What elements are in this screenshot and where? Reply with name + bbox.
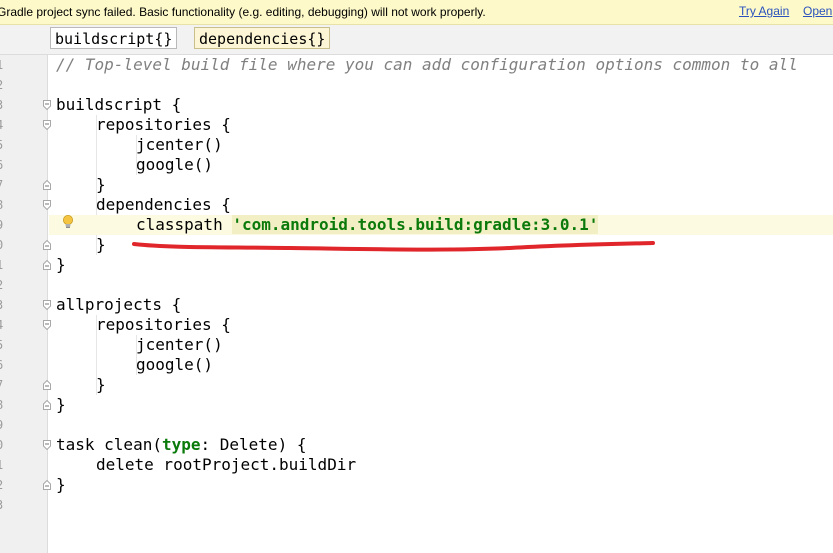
line-number: 8	[0, 395, 10, 415]
line-number: 0	[0, 435, 10, 455]
code-text: dependencies {	[96, 195, 231, 214]
breadcrumb-bar: buildscript{} dependencies{}	[0, 25, 833, 55]
line-number: 7	[0, 175, 10, 195]
line-number: 3	[0, 495, 10, 515]
code-text: repositories {	[96, 315, 231, 334]
line-number: 2	[0, 275, 10, 295]
line-number: 8	[0, 195, 10, 215]
code-line[interactable]: buildscript {	[49, 95, 833, 115]
open-link[interactable]: Open	[803, 4, 832, 18]
keyword: type	[161, 435, 201, 454]
string-literal: 'com.android.tools.build:gradle:3.0.1'	[232, 215, 599, 234]
breadcrumb-buildscript[interactable]: buildscript{}	[50, 27, 178, 49]
line-number: 3	[0, 95, 10, 115]
code-line[interactable]: repositories {	[49, 115, 833, 135]
code-line[interactable]: jcenter()	[49, 135, 833, 155]
breadcrumb-dependencies[interactable]: dependencies{}	[194, 27, 331, 49]
line-number: 1	[0, 455, 10, 475]
code-text: classpath 'com.android.tools.build:gradl…	[136, 215, 599, 235]
line-number: 1	[0, 255, 10, 275]
code-comment: // Top-level build file where you can ad…	[56, 55, 798, 74]
line-number: 2	[0, 475, 10, 495]
code-line[interactable]: google()	[49, 155, 833, 175]
line-number: 2	[0, 75, 10, 95]
code-text: google()	[136, 355, 214, 374]
line-number: 4	[0, 115, 10, 135]
code-text: }	[96, 175, 106, 194]
code-text: : Delete) {	[200, 435, 307, 454]
code-text: allprojects {	[56, 295, 182, 314]
code-line[interactable]: google()	[49, 355, 833, 375]
current-code-line[interactable]: classpath 'com.android.tools.build:gradl…	[49, 215, 833, 235]
code-text: jcenter()	[136, 335, 223, 354]
line-number: 9	[0, 415, 10, 435]
code-line[interactable]: // Top-level build file where you can ad…	[49, 55, 833, 75]
code-text: }	[56, 255, 66, 274]
code-text: task clean(	[56, 435, 162, 454]
code-text: task clean(type: Delete) {	[56, 435, 306, 455]
code-text: buildscript {	[56, 95, 182, 114]
sync-failed-message: Gradle project sync failed. Basic functi…	[0, 5, 486, 19]
line-number-gutter: 1 2 3 4 5 6 7 8 9 0 1 2 3 4 5 6 7 8 9 0 …	[0, 55, 48, 553]
code-line[interactable]: }	[49, 255, 833, 275]
code-text: }	[96, 235, 106, 254]
code-text: }	[56, 395, 66, 414]
code-line[interactable]: }	[49, 395, 833, 415]
code-line[interactable]: delete rootProject.buildDir	[49, 455, 833, 475]
line-number: 0	[0, 235, 10, 255]
code-line[interactable]: }	[49, 175, 833, 195]
code-text: jcenter()	[136, 135, 223, 154]
code-text: delete rootProject.buildDir	[96, 455, 357, 474]
code-line[interactable]: repositories {	[49, 315, 833, 335]
line-number: 1	[0, 55, 10, 75]
code-text: google()	[136, 155, 214, 174]
code-editor[interactable]: // Top-level build file where you can ad…	[49, 55, 833, 553]
code-text: classpath	[136, 215, 233, 234]
line-number: 6	[0, 155, 10, 175]
code-text: }	[56, 475, 66, 494]
code-line[interactable]: allprojects {	[49, 295, 833, 315]
code-line[interactable]: jcenter()	[49, 335, 833, 355]
lightbulb-icon[interactable]	[61, 214, 75, 230]
code-text: repositories {	[96, 115, 231, 134]
code-line[interactable]: }	[49, 475, 833, 495]
code-line[interactable]: }	[49, 235, 833, 255]
sync-failed-banner: Gradle project sync failed. Basic functi…	[0, 0, 833, 25]
code-line[interactable]: dependencies {	[49, 195, 833, 215]
code-line[interactable]: }	[49, 375, 833, 395]
line-number: 3	[0, 295, 10, 315]
line-number: 5	[0, 135, 10, 155]
code-line[interactable]: task clean(type: Delete) {	[49, 435, 833, 455]
line-number: 7	[0, 375, 10, 395]
line-number: 5	[0, 335, 10, 355]
line-number: 9	[0, 215, 10, 235]
code-text: }	[96, 375, 106, 394]
try-again-link[interactable]: Try Again	[739, 4, 789, 18]
line-number: 6	[0, 355, 10, 375]
line-number: 4	[0, 315, 10, 335]
